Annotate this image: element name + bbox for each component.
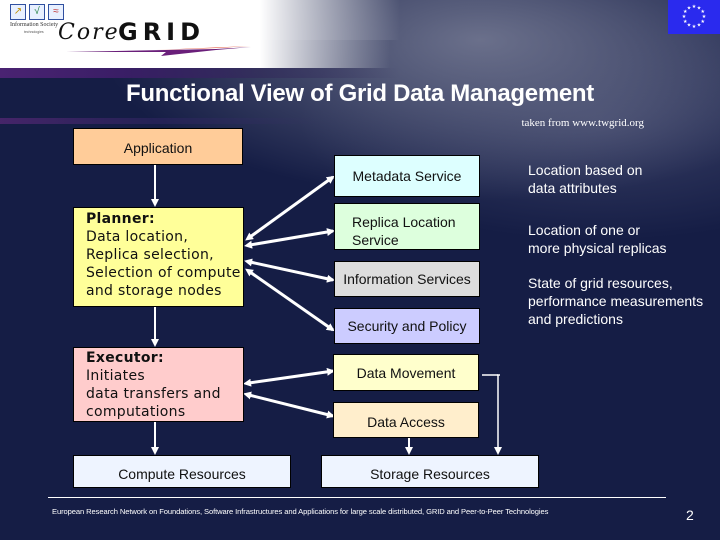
arrow-planner-information: [244, 258, 335, 283]
description-line: and predictions: [528, 311, 623, 327]
description-line: Location of one or: [528, 222, 641, 238]
arrow-executor-data-movement: [243, 367, 335, 387]
metadata-service-box: Metadata Service: [334, 155, 480, 197]
executor-line: computations: [86, 404, 186, 420]
description-line: Location based on: [528, 162, 643, 178]
description-replica: Location of one or more physical replica…: [528, 221, 667, 257]
replica-location-label-line: Replica Location: [352, 214, 456, 230]
footer-text: European Research Network on Foundations…: [52, 507, 549, 516]
executor-line: data transfers and: [86, 386, 221, 402]
description-information: State of grid resources, performance mea…: [528, 274, 703, 328]
storage-resources-label: Storage Resources: [370, 465, 490, 482]
planner-line: Data location,: [86, 229, 189, 245]
description-line: more physical replicas: [528, 240, 667, 256]
executor-box: Executor: Initiates data transfers and c…: [73, 347, 244, 422]
application-box: Application: [73, 128, 243, 165]
data-access-label: Data Access: [367, 414, 445, 430]
planner-box: Planner: Data location, Replica selectio…: [73, 207, 244, 307]
arrow-planner-metadata: [245, 175, 335, 241]
executor-heading: Executor:: [86, 350, 164, 366]
arrow-planner-security: [245, 268, 335, 332]
data-access-box: Data Access: [333, 402, 479, 438]
description-metadata: Location based on data attributes: [528, 161, 642, 197]
replica-location-service-box: Replica Location Service: [334, 203, 480, 250]
planner-line: and storage nodes: [86, 283, 222, 299]
application-label: Application: [123, 140, 193, 156]
security-and-policy-label: Security and Policy: [347, 318, 467, 334]
description-line: performance measurements: [528, 293, 704, 309]
data-movement-box: Data Movement: [333, 354, 479, 391]
planner-line: Selection of compute: [86, 265, 241, 281]
storage-resources-box: Storage Resources: [321, 455, 539, 488]
replica-location-label-line: Service: [352, 232, 399, 248]
planner-line: Replica selection,: [86, 247, 214, 263]
compute-resources-label: Compute Resources: [118, 465, 246, 482]
security-and-policy-box: Security and Policy: [334, 308, 480, 344]
arrow-data-movement-to-storage: [494, 374, 502, 455]
planner-heading: Planner:: [86, 211, 155, 227]
description-line: State of grid resources,: [528, 275, 673, 291]
data-movement-label: Data Movement: [356, 364, 456, 381]
metadata-service-label: Metadata Service: [352, 168, 462, 184]
compute-resources-box: Compute Resources: [73, 455, 291, 488]
executor-line: Initiates: [86, 368, 145, 384]
arrow-executor-data-access: [243, 391, 335, 419]
information-services-label: Information Services: [343, 271, 471, 287]
footer-divider: [48, 497, 666, 498]
information-services-box: Information Services: [334, 261, 480, 297]
arrow-planner-replica: [244, 228, 335, 249]
page-number: 2: [686, 507, 694, 523]
description-line: data attributes: [528, 180, 617, 196]
